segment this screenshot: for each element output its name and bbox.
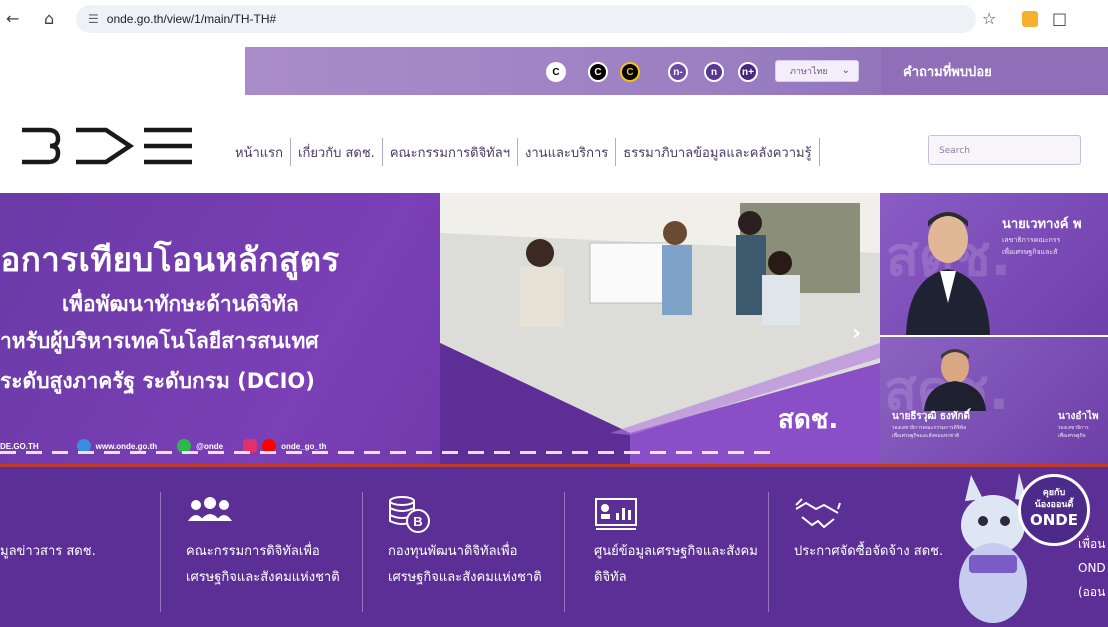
executive-role-2b: เพื่อเศรษฐกิจและสังคมแห่งชาติ	[892, 433, 960, 439]
service-data-center[interactable]: ศูนย์ข้อมูลเศรษฐกิจและสังคมดิจิทัล	[594, 467, 764, 627]
browser-toolbar: ← ⌂ ☰ onde.go.th/view/1/main/TH-TH# ☆ □	[0, 0, 1108, 38]
mascot-side-2: OND	[1078, 561, 1106, 575]
executive-role-3b: เพื่อเศรษฐกิจ	[1058, 433, 1086, 439]
data-chart-icon	[595, 498, 637, 530]
address-bar[interactable]: ☰ onde.go.th/view/1/main/TH-TH#	[76, 5, 976, 33]
extensions-puzzle-icon[interactable]: □	[1052, 9, 1067, 28]
service-procurement[interactable]: ประกาศจัดซื้อจัดจ้าง สดช.	[794, 467, 964, 627]
faq-link[interactable]: คำถามที่พบบ่อย	[881, 48, 1108, 94]
hero-social-text: onde_go_th	[281, 441, 327, 451]
nav-divider	[517, 138, 519, 166]
hero-website-text: www.onde.go.th	[95, 441, 158, 451]
service-label: คณะกรรมการดิจิทัลเพื่อเศรษฐกิจและสังคมแห…	[186, 544, 340, 585]
bookmark-star-icon[interactable]: ☆	[982, 9, 996, 28]
coins-fund-icon: B	[389, 496, 430, 533]
search-input[interactable]: Search	[928, 135, 1081, 165]
contrast-high-button[interactable]: n+	[738, 62, 758, 82]
home-icon[interactable]: ⌂	[44, 9, 54, 28]
badge-name: ONDE	[1029, 511, 1078, 529]
site-info-icon[interactable]: ☰	[88, 12, 99, 26]
handshake-icon	[795, 498, 841, 529]
service-divider	[564, 492, 565, 612]
search-placeholder: Search	[939, 146, 970, 156]
hero-line-text: @onde	[196, 441, 224, 451]
nav-divider	[290, 138, 291, 166]
mascot-side-text: เพื่อน OND (ออน	[1078, 532, 1106, 604]
hero-title: ื่อการเทียบโอนหลักสูตร	[0, 240, 340, 279]
onde-logo[interactable]	[20, 122, 200, 170]
extension-icon[interactable]	[1022, 11, 1038, 27]
executive-role-1: เลขาธิการคณะกรร	[1002, 236, 1061, 244]
executive-name: นายเวทางค์ พ	[1002, 217, 1082, 232]
nav-divider	[381, 138, 383, 166]
nav-divider	[615, 138, 617, 166]
back-icon[interactable]: ←	[6, 9, 19, 28]
service-divider	[362, 492, 363, 612]
nav-about[interactable]: เกี่ยวกับ สดช.	[293, 136, 380, 168]
people-group-icon	[188, 497, 232, 521]
page: ← ⌂ ☰ onde.go.th/view/1/main/TH-TH# ☆ □ …	[0, 0, 1108, 627]
hero-dashed-line	[0, 451, 770, 454]
service-digital-committee[interactable]: คณะกรรมการดิจิทัลเพื่อเศรษฐกิจและสังคมแห…	[186, 467, 361, 627]
url-text: onde.go.th/view/1/main/TH-TH#	[106, 12, 277, 26]
hero-subtitle-2: าหรับผู้บริหารเทคโนโลยีสารสนเทศ	[0, 329, 319, 353]
service-label: ศูนย์ข้อมูลเศรษฐกิจและสังคมดิจิทัล	[594, 544, 758, 585]
executive-card-primary[interactable]: สดช. นายเวทางค์ พ เลขาธิการคณะกรร เพื่อเ…	[880, 193, 1108, 335]
service-divider	[160, 492, 161, 612]
service-label: มูลข่าวสาร สดช.	[0, 544, 96, 559]
executive-name-3: นางอำไพ	[1058, 411, 1099, 422]
executive-photo	[924, 349, 986, 411]
service-digital-fund[interactable]: B กองทุนพัฒนาดิจิทัลเพื่อเศรษฐกิจและสังค…	[388, 467, 558, 627]
nav-home[interactable]: หน้าแรก	[230, 136, 288, 168]
faq-label: คำถามที่พบบ่อย	[903, 64, 992, 80]
main-nav: หน้าแรก เกี่ยวกับ สดช. คณะกรรมการดิจิทัล…	[230, 134, 822, 170]
nav-data-governance[interactable]: ธรรมาภิบาลข้อมูลและคลังความรู้	[618, 136, 816, 168]
nav-services[interactable]: งานและบริการ	[520, 136, 613, 168]
hero-subtitle-3: ระดับสูงภาครัฐ ระดับกรม (DCIO)	[0, 369, 315, 393]
service-label: กองทุนพัฒนาดิจิทัลเพื่อเศรษฐกิจและสังคมแ…	[388, 544, 542, 585]
executive-role-2a: รองเลขาธิการคณะกรรมการดิจิทัล	[892, 425, 967, 431]
badge-line-1: คุยกับ	[1042, 488, 1066, 498]
chevron-down-icon: ⌄	[841, 65, 850, 76]
mascot-side-3: (ออน	[1078, 585, 1106, 599]
hero-domain: DE.GO.TH	[0, 441, 39, 451]
executive-role-2: เพื่อเศรษฐกิจและสั	[1002, 248, 1058, 256]
nav-digital-committee[interactable]: คณะกรรมการดิจิทัลฯ	[385, 136, 515, 168]
service-info[interactable]: มูลข่าวสาร สดช.	[0, 467, 150, 627]
contrast-normal-button[interactable]: n	[704, 62, 724, 82]
service-label: ประกาศจัดซื้อจัดจ้าง สดช.	[794, 544, 944, 559]
services-strip: มูลข่าวสาร สดช. คณะกรรมการดิจิทัลเพื่อเศ…	[0, 467, 1108, 627]
hero-banner[interactable]: ื่อการเทียบโอนหลักสูตร เพื่อพัฒนาทักษะด้…	[0, 193, 880, 465]
font-size-large-button[interactable]: C	[620, 62, 640, 82]
hero-subtitle-1: เพื่อพัฒนาทักษะด้านดิจิทัล	[62, 292, 299, 316]
language-select[interactable]: ภาษาไทย ⌄	[775, 60, 859, 82]
executive-card-secondary[interactable]: สดช. นายธีรวุฒิ ธงทักดิ์ รองเลขาธิการคณะ…	[880, 337, 1108, 464]
mascot-side-1: เพื่อน	[1078, 537, 1106, 551]
executive-name-2: นายธีรวุฒิ ธงทักดิ์	[892, 411, 971, 422]
font-size-medium-button[interactable]: C	[588, 62, 608, 82]
hero-brand-mark: สดช.	[778, 405, 839, 435]
executive-role-3a: รองเลขาธิการ	[1058, 425, 1089, 431]
nav-divider	[818, 138, 820, 166]
font-size-small-button[interactable]: C	[546, 62, 566, 82]
carousel-next-icon[interactable]: ›	[852, 321, 861, 346]
contrast-low-button[interactable]: n-	[668, 62, 688, 82]
executive-photo	[906, 212, 990, 335]
svg-text:B: B	[413, 514, 422, 529]
service-divider	[768, 492, 769, 612]
language-selected: ภาษาไทย	[790, 67, 828, 77]
badge-line-2: น้องออนดี้	[1034, 500, 1074, 510]
